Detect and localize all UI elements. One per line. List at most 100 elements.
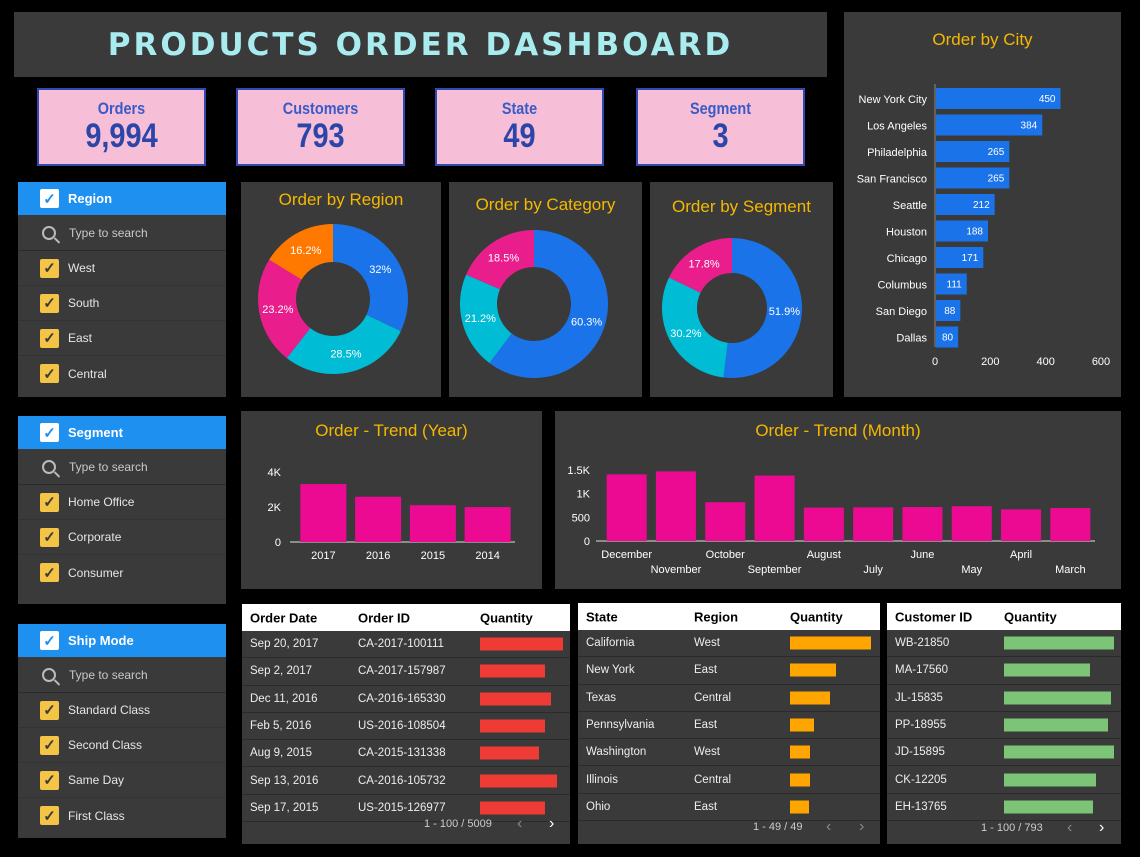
- table-row[interactable]: WB-21850: [887, 630, 1121, 658]
- table-row[interactable]: New York East: [578, 657, 880, 685]
- column-header-order-id[interactable]: Order ID: [358, 610, 410, 625]
- region-filter-header[interactable]: ✓ Region: [18, 182, 226, 215]
- table-row[interactable]: California West: [578, 630, 880, 658]
- column-header-region[interactable]: Region: [694, 609, 738, 624]
- x-tick-label: 2016: [366, 550, 390, 562]
- trend-bar: [803, 507, 844, 541]
- prev-page-icon[interactable]: ‹: [826, 818, 831, 836]
- table-row[interactable]: Sep 13, 2016 CA-2016-105732: [242, 767, 570, 795]
- table-cell: Sep 20, 2017: [250, 638, 319, 651]
- table-row[interactable]: Texas Central: [578, 685, 880, 712]
- segment-search-input[interactable]: Type to search: [18, 449, 226, 485]
- filter-option-first-class[interactable]: ✓ First Class: [18, 798, 226, 833]
- y-tick-label: 500: [572, 512, 590, 524]
- table-row[interactable]: Ohio East: [578, 794, 880, 822]
- table-row[interactable]: PP-18955: [887, 712, 1121, 740]
- quantity-bar: [790, 636, 871, 650]
- slice-label: 32%: [369, 264, 391, 276]
- x-tick-label: March: [1055, 564, 1086, 576]
- table-cell: CA-2017-157987: [358, 665, 446, 678]
- table-cell: Sep 2, 2017: [250, 665, 313, 678]
- table-row[interactable]: Dec 11, 2016 CA-2016-165330: [242, 686, 570, 713]
- column-header-state[interactable]: State: [586, 609, 618, 624]
- checkbox-checked-icon[interactable]: ✓: [40, 806, 59, 825]
- checkbox-checked-icon[interactable]: ✓: [40, 328, 59, 348]
- filter-option-east[interactable]: ✓ East: [18, 321, 226, 356]
- quantity-bar: [790, 663, 836, 677]
- filter-option-label: Consumer: [68, 565, 124, 580]
- column-header-order-date[interactable]: Order Date: [250, 610, 317, 625]
- checkbox-checked-icon[interactable]: ✓: [40, 700, 59, 720]
- prev-page-icon[interactable]: ‹: [517, 815, 522, 833]
- column-header-quantity[interactable]: Quantity: [790, 609, 843, 624]
- table-cell: MA-17560: [895, 664, 949, 677]
- table-row[interactable]: Sep 2, 2017 CA-2017-157987: [242, 658, 570, 686]
- y-tick-label: 1K: [577, 489, 591, 501]
- table-row[interactable]: Sep 20, 2017 CA-2017-100111: [242, 631, 570, 659]
- prev-page-icon[interactable]: ‹: [1067, 819, 1072, 837]
- table-row[interactable]: Washington West: [578, 739, 880, 767]
- filter-option-corporate[interactable]: ✓ Corporate: [18, 520, 226, 555]
- checkbox-checked-icon[interactable]: ✓: [40, 364, 59, 383]
- checkbox-checked-icon[interactable]: ✓: [40, 258, 59, 278]
- checkbox-checked-icon[interactable]: ✓: [40, 735, 59, 755]
- quantity-bar: [1004, 718, 1109, 732]
- table-cell: New York: [586, 664, 635, 677]
- trend-bar: [355, 496, 402, 542]
- pagination-label: 1 - 100 / 793: [981, 822, 1043, 834]
- slice-label: 28.5%: [330, 348, 361, 360]
- select-all-checkbox-icon[interactable]: ✓: [40, 189, 59, 208]
- filter-option-label: Corporate: [68, 530, 122, 544]
- checkbox-checked-icon[interactable]: ✓: [40, 770, 59, 790]
- trend-bar: [300, 484, 347, 542]
- table-cell: CA-2016-105732: [358, 774, 446, 787]
- filter-option-label: Second Class: [68, 738, 143, 752]
- shipmode-filter-header[interactable]: ✓ Ship Mode: [18, 624, 226, 657]
- column-header-customer-id[interactable]: Customer ID: [895, 609, 972, 624]
- table-row[interactable]: CK-12205: [887, 766, 1121, 794]
- kpi-segment-card: Segment 3: [636, 88, 805, 166]
- checkbox-checked-icon[interactable]: ✓: [40, 527, 59, 547]
- next-page-icon[interactable]: ›: [1099, 819, 1104, 837]
- filter-option-label: Central: [68, 366, 107, 381]
- filter-option-second-class[interactable]: ✓ Second Class: [18, 728, 226, 763]
- select-all-checkbox-icon[interactable]: ✓: [40, 423, 59, 442]
- column-header-quantity[interactable]: Quantity: [1004, 609, 1057, 624]
- table-row[interactable]: Pennsylvania East: [578, 712, 880, 740]
- filter-option-standard-class[interactable]: ✓ Standard Class: [18, 693, 226, 728]
- segment-donut-panel: Order by Segment 51.9% 30.2% 17.8%: [650, 182, 833, 397]
- checkbox-checked-icon[interactable]: ✓: [40, 563, 59, 582]
- pagination-label: 1 - 100 / 5009: [424, 818, 492, 830]
- shipmode-search-input[interactable]: Type to search: [18, 657, 226, 693]
- table-row[interactable]: Aug 9, 2015 CA-2015-131338: [242, 740, 570, 768]
- table-cell: Central: [694, 691, 732, 704]
- filter-option-central[interactable]: ✓ Central: [18, 356, 226, 391]
- next-page-icon[interactable]: ›: [859, 818, 864, 836]
- kpi-value: 3: [712, 117, 729, 155]
- x-tick-label: April: [1010, 549, 1032, 561]
- table-row[interactable]: EH-13765: [887, 794, 1121, 822]
- select-all-checkbox-icon[interactable]: ✓: [40, 631, 59, 650]
- filter-option-home-office[interactable]: ✓ Home Office: [18, 485, 226, 520]
- column-header-quantity[interactable]: Quantity: [480, 610, 533, 625]
- filter-option-same-day[interactable]: ✓ Same Day: [18, 763, 226, 798]
- region-search-input[interactable]: Type to search: [18, 215, 226, 251]
- next-page-icon[interactable]: ›: [549, 815, 554, 833]
- segment-filter: ✓ Segment Type to search ✓ Home Office ✓ C…: [18, 416, 226, 604]
- trend-bar: [902, 507, 943, 541]
- filter-option-consumer[interactable]: ✓ Consumer: [18, 555, 226, 590]
- trend-bar: [464, 507, 511, 542]
- table-row[interactable]: MA-17560: [887, 657, 1121, 685]
- table-row[interactable]: Illinois Central: [578, 766, 880, 794]
- table-row[interactable]: JL-15835: [887, 685, 1121, 712]
- bar-value-label: 88: [944, 306, 956, 317]
- filter-option-west[interactable]: ✓ West: [18, 251, 226, 286]
- checkbox-checked-icon[interactable]: ✓: [40, 492, 59, 512]
- filter-option-south[interactable]: ✓ South: [18, 286, 226, 321]
- year-trend-chart: 0 2K 4K 2017 2016 2015 2014: [268, 467, 515, 562]
- slice-label: 16.2%: [290, 245, 321, 257]
- segment-filter-header[interactable]: ✓ Segment: [18, 416, 226, 449]
- table-row[interactable]: JD-15895: [887, 739, 1121, 767]
- table-row[interactable]: Feb 5, 2016 US-2016-108504: [242, 713, 570, 741]
- checkbox-checked-icon[interactable]: ✓: [40, 293, 59, 313]
